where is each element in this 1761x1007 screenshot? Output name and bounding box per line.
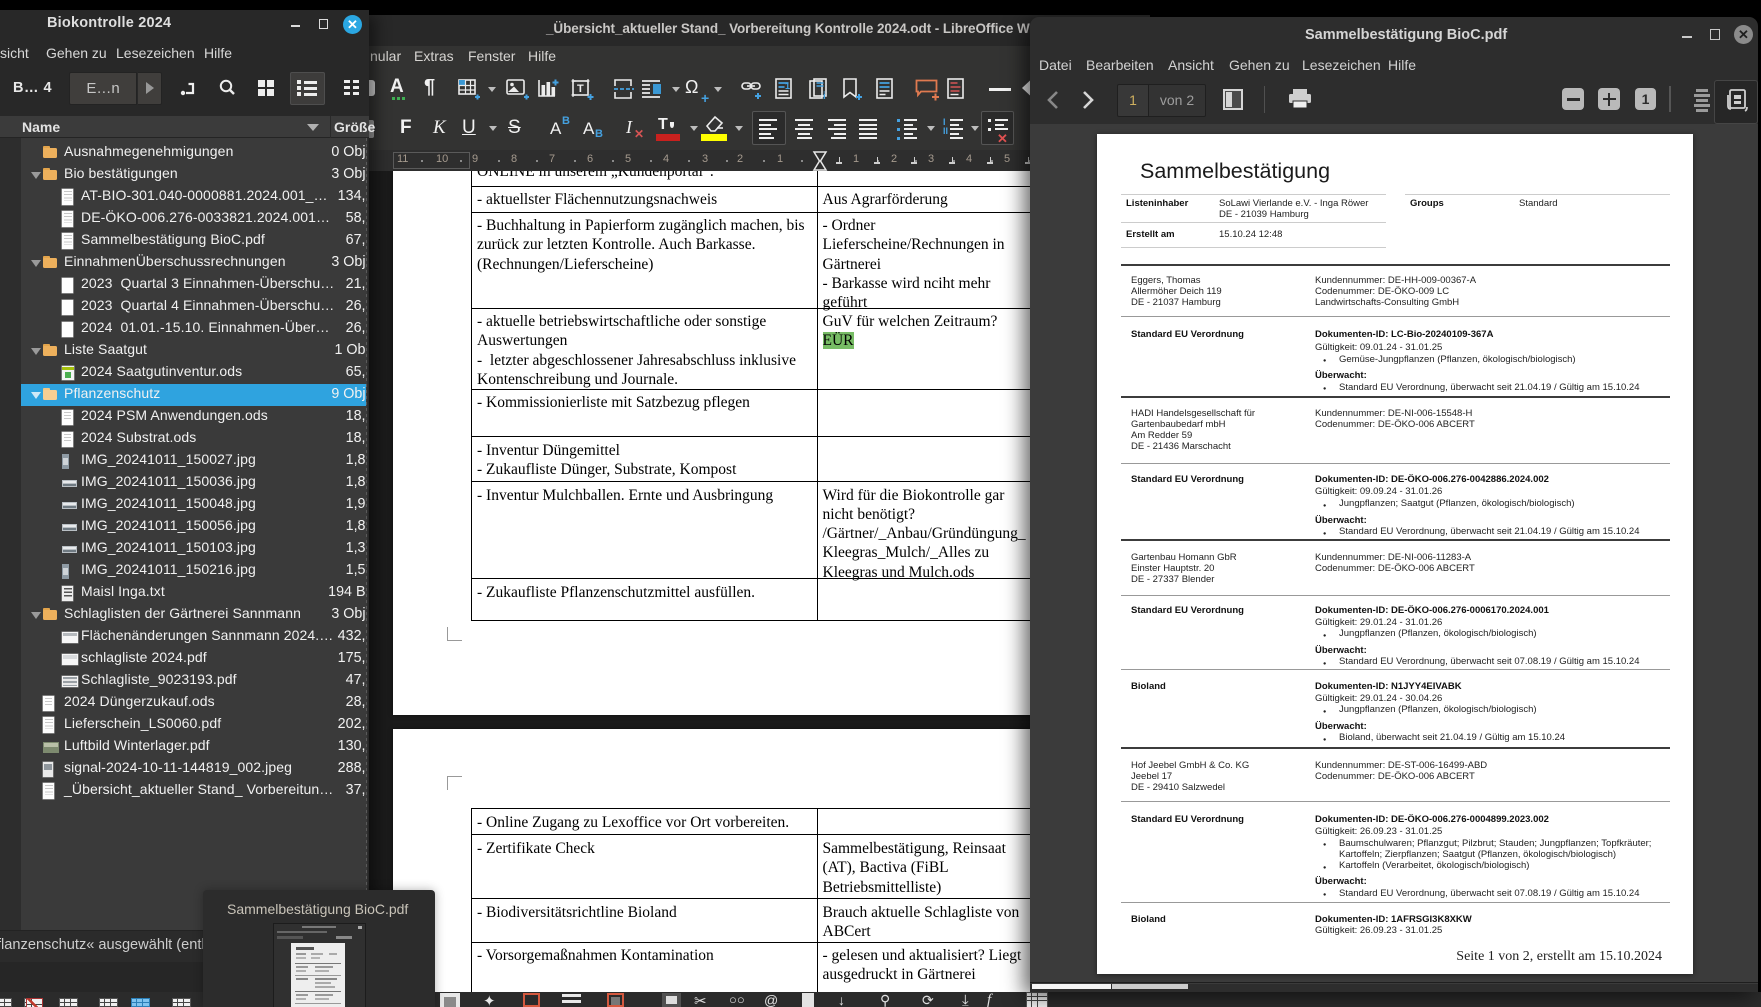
svg-text:1: 1 bbox=[785, 81, 790, 91]
svg-text:i: i bbox=[823, 91, 826, 101]
svg-text:T: T bbox=[577, 83, 584, 95]
